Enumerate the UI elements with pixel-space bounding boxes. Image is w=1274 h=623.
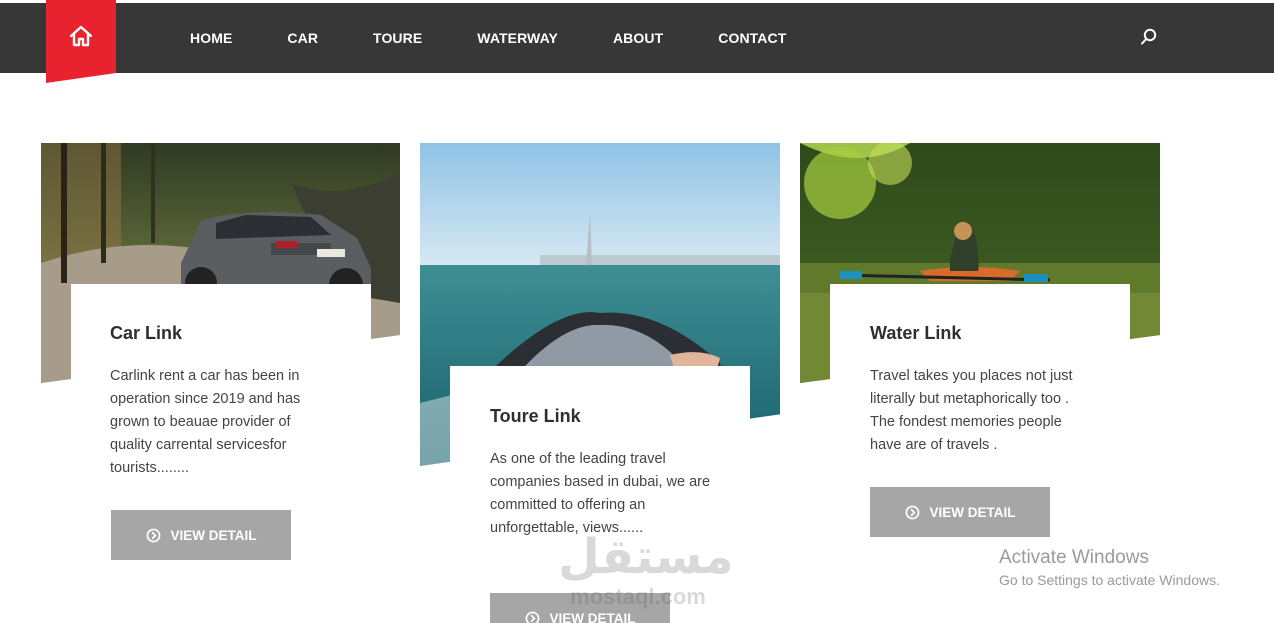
toure-card-text: As one of the leading travel companies b…	[490, 451, 711, 536]
mostaql-watermark-logo: مستقل mostaql.com	[558, 530, 734, 610]
car-view-detail-label: VIEW DETAIL	[170, 527, 257, 543]
nav-toure[interactable]: TOURE	[373, 30, 422, 46]
water-view-detail-label: VIEW DETAIL	[929, 504, 1016, 520]
nav-waterway[interactable]: WATERWAY	[477, 30, 558, 46]
circle-chevron-right-icon	[146, 528, 160, 542]
search-icon[interactable]	[1139, 27, 1159, 47]
nav-about[interactable]: ABOUT	[613, 30, 663, 46]
nav-car[interactable]: CAR	[287, 30, 318, 46]
mostaql-logo-sub: mostaql.com	[570, 584, 706, 609]
water-card-title: Water Link	[870, 323, 962, 343]
home-icon	[69, 25, 93, 47]
car-card-text: Carlink rent a car has been in operation…	[110, 368, 301, 476]
circle-chevron-right-icon	[905, 505, 919, 519]
nav-home[interactable]: HOME	[190, 30, 232, 46]
car-card-title: Car Link	[110, 323, 183, 343]
water-view-detail-button[interactable]: VIEW DETAIL	[870, 487, 1050, 537]
activate-windows-title: Activate Windows	[999, 547, 1149, 568]
home-button[interactable]	[46, 0, 116, 83]
water-card-text: Travel takes you places not just literal…	[870, 368, 1073, 453]
toure-card-title: Toure Link	[490, 406, 581, 426]
nav-contact[interactable]: CONTACT	[718, 30, 786, 46]
main-nav: HOME CAR TOURE WATERWAY ABOUT CONTACT	[190, 3, 841, 73]
car-view-detail-button[interactable]: VIEW DETAIL	[111, 510, 291, 560]
circle-chevron-right-icon	[525, 611, 539, 623]
toure-view-detail-label: VIEW DETAIL	[549, 610, 636, 623]
activate-windows-subtitle: Go to Settings to activate Windows.	[999, 572, 1220, 588]
mostaql-logo-text: مستقل	[558, 531, 734, 584]
